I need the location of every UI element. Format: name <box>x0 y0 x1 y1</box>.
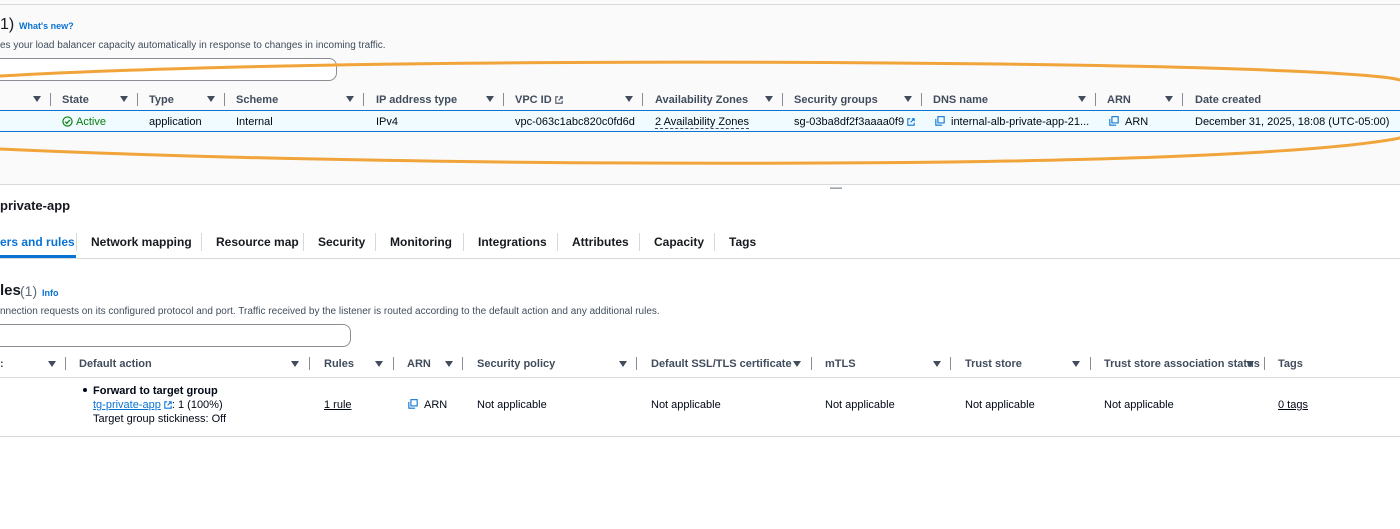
tab-separator <box>714 233 715 251</box>
column-separator[interactable] <box>309 357 310 370</box>
target-group-link[interactable]: tg-private-app <box>93 399 161 411</box>
mtls-cell: Not applicable <box>825 399 895 411</box>
info-link[interactable]: Info <box>42 288 59 298</box>
trust-store-cell: Not applicable <box>965 399 1035 411</box>
listeners-description: nnection requests on its configured prot… <box>0 306 660 317</box>
col-default-action[interactable]: Default action <box>79 358 152 370</box>
tab-separator <box>76 233 77 251</box>
tab-capacity[interactable]: Capacity <box>654 235 704 249</box>
column-separator[interactable] <box>462 357 463 370</box>
tab-resource-map[interactable]: Resource map <box>216 235 299 249</box>
tab-separator <box>463 233 464 251</box>
rules-link[interactable]: 1 rule <box>324 399 352 411</box>
sort-caret-icon[interactable] <box>48 361 56 367</box>
listener-arn-label: ARN <box>424 399 448 411</box>
target-group-cell: tg-private-app : 1 (100%) <box>93 399 223 411</box>
column-separator[interactable] <box>950 357 951 370</box>
col-arn[interactable]: ARN <box>407 358 431 370</box>
header-divider <box>0 377 1400 378</box>
security-policy-cell: Not applicable <box>477 399 547 411</box>
column-separator[interactable] <box>393 357 394 370</box>
col-trust-store-status[interactable]: Trust store association status <box>1104 358 1260 370</box>
tab-separator <box>557 233 558 251</box>
row-divider <box>0 436 1400 437</box>
annotation-ellipse <box>0 60 1400 165</box>
sort-caret-icon[interactable] <box>1246 361 1254 367</box>
column-separator[interactable] <box>1264 357 1265 370</box>
default-action-title: Forward to target group <box>83 385 218 397</box>
sort-caret-icon[interactable] <box>619 361 627 367</box>
resize-handle[interactable]: — <box>830 180 842 194</box>
tab-separator <box>639 233 640 251</box>
copy-icon[interactable] <box>408 399 418 409</box>
tab-separator <box>375 233 376 251</box>
ssl-certificate-cell: Not applicable <box>651 399 721 411</box>
load-balancer-list-panel: 1) What's new? es your load balancer cap… <box>0 0 1400 184</box>
column-separator[interactable] <box>65 357 66 370</box>
col-rules[interactable]: Rules <box>324 358 354 370</box>
tab-listeners-and-rules[interactable]: ers and rules <box>0 235 75 249</box>
listeners-count: (1) <box>20 283 38 299</box>
stickiness-text: Target group stickiness: Off <box>93 413 227 425</box>
tab-separator <box>201 233 202 251</box>
tab-tags[interactable]: Tags <box>729 235 756 249</box>
sort-caret-icon[interactable] <box>1072 361 1080 367</box>
column-separator[interactable] <box>636 357 637 370</box>
bullet <box>83 388 87 392</box>
trust-store-status-cell: Not applicable <box>1104 399 1174 411</box>
col-mtls[interactable]: mTLS <box>825 358 856 370</box>
sort-caret-icon[interactable] <box>445 361 453 367</box>
external-link-icon <box>164 401 172 409</box>
sort-caret-icon[interactable] <box>375 361 383 367</box>
col-tags[interactable]: Tags <box>1278 358 1303 370</box>
col-trust-store[interactable]: Trust store <box>965 358 1022 370</box>
tags-link[interactable]: 0 tags <box>1278 399 1308 411</box>
col-security-policy[interactable]: Security policy <box>477 358 555 370</box>
tab-separator <box>303 233 304 251</box>
lb-details-title: private-app <box>0 198 71 213</box>
tabs-divider <box>0 258 1400 259</box>
tab-security[interactable]: Security <box>318 235 365 249</box>
listeners-search-input[interactable] <box>0 324 351 347</box>
sort-caret-icon[interactable] <box>291 361 299 367</box>
pane-divider <box>0 184 1400 185</box>
forward-action-label: Forward to target group <box>93 385 218 397</box>
tab-monitoring[interactable]: Monitoring <box>390 235 452 249</box>
sort-caret-icon[interactable] <box>793 361 801 367</box>
target-weight: : 1 (100%) <box>171 399 223 411</box>
listener-arn-cell: ARN <box>408 399 447 411</box>
tab-integrations[interactable]: Integrations <box>478 235 547 249</box>
col-ssl-certificate[interactable]: Default SSL/TLS certificate <box>651 358 792 370</box>
column-separator[interactable] <box>811 357 812 370</box>
column-separator[interactable] <box>1090 357 1091 370</box>
listeners-heading: les <box>0 282 21 299</box>
col-protocol-port[interactable]: : <box>0 358 4 370</box>
tab-attributes[interactable]: Attributes <box>572 235 629 249</box>
sort-caret-icon[interactable] <box>933 361 941 367</box>
tab-network-mapping[interactable]: Network mapping <box>91 235 192 249</box>
